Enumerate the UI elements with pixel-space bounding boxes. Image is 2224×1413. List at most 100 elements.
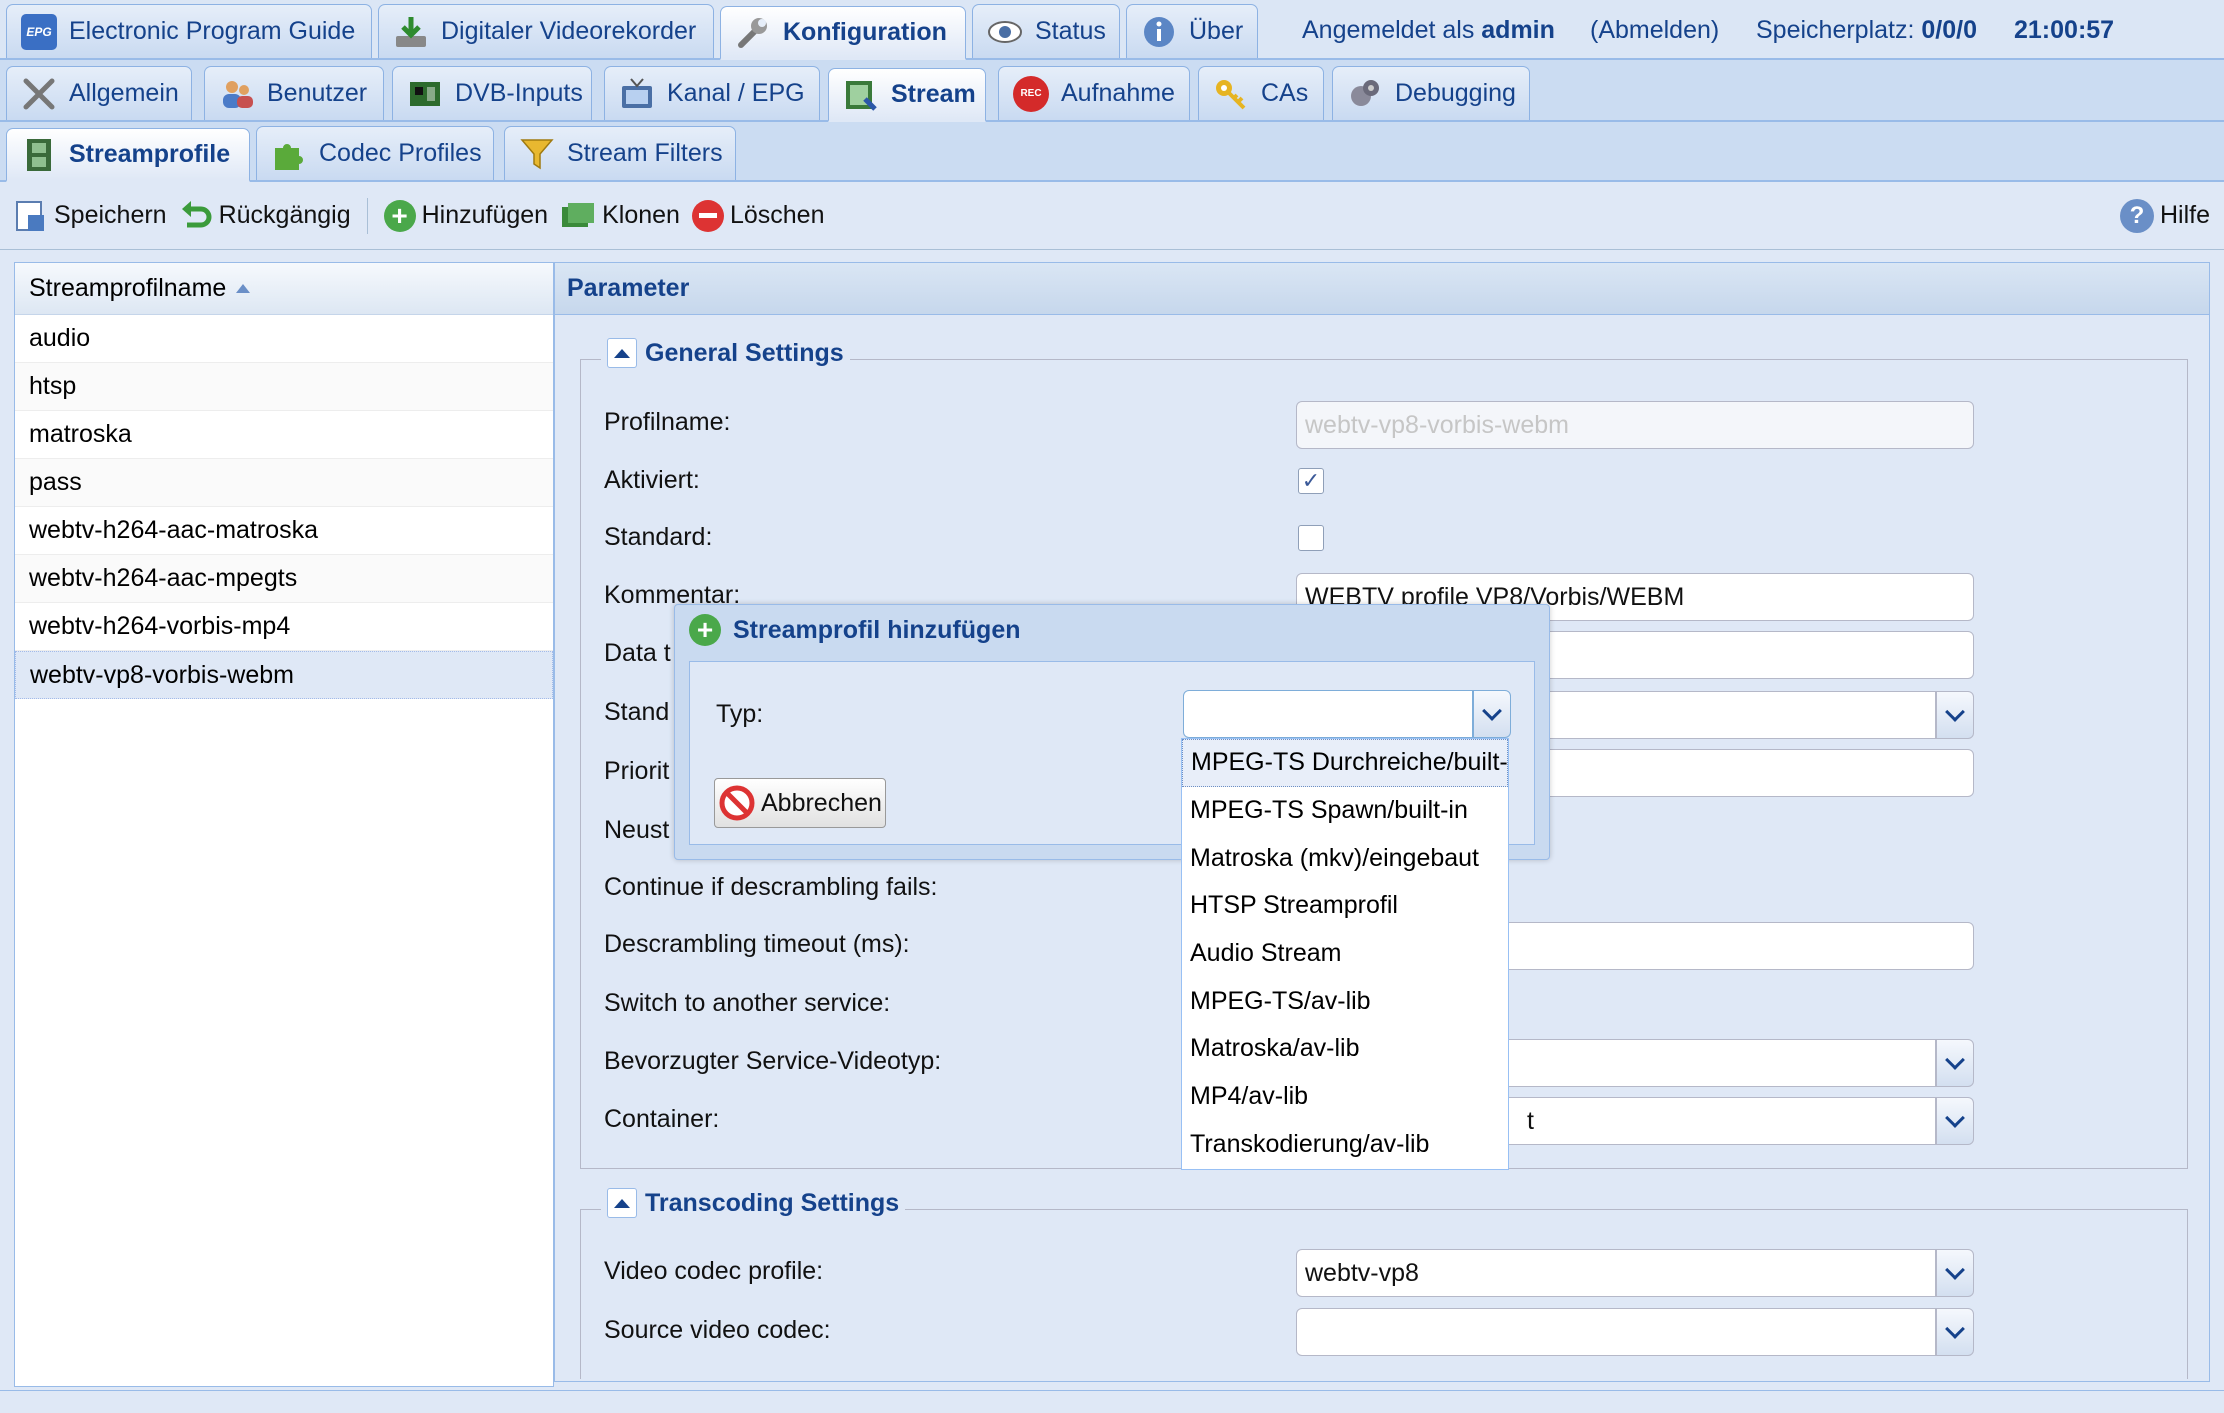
tab-streamprofile[interactable]: Streamprofile: [6, 128, 250, 182]
login-prefix: Angemeldet als: [1302, 15, 1475, 44]
tab-label: Stream Filters: [567, 139, 723, 167]
legend-label: General Settings: [645, 338, 844, 367]
default-checkbox[interactable]: [1298, 525, 1324, 551]
tab-label: Status: [1035, 17, 1106, 45]
grid-row[interactable]: webtv-h264-vorbis-mp4: [15, 603, 553, 651]
grid-row[interactable]: audio: [15, 315, 553, 363]
standard-dropdown-trigger[interactable]: [1936, 691, 1974, 739]
users-icon: [219, 76, 255, 112]
videotype-dropdown-trigger[interactable]: [1936, 1039, 1974, 1087]
key-icon: [1213, 76, 1249, 112]
tab-label: Debugging: [1395, 79, 1516, 107]
tab-label: DVB-Inputs: [455, 79, 583, 107]
video-codec-profile-select[interactable]: webtv-vp8: [1296, 1249, 1936, 1297]
storage-label: Speicherplatz:: [1756, 15, 1915, 44]
type-option[interactable]: Matroska/av-lib: [1182, 1025, 1508, 1073]
tab-dvb-inputs[interactable]: DVB-Inputs: [392, 66, 592, 120]
type-option[interactable]: MPEG-TS/av-lib: [1182, 977, 1508, 1025]
type-option[interactable]: Transkodierung/av-lib: [1182, 1121, 1508, 1169]
tab-codec-profiles[interactable]: Codec Profiles: [256, 126, 494, 180]
type-option[interactable]: MP4/av-lib: [1182, 1073, 1508, 1121]
type-option[interactable]: Audio Stream: [1182, 930, 1508, 978]
type-option[interactable]: MPEG-TS Durchreiche/built-in: [1182, 739, 1508, 787]
profile-name-input[interactable]: webtv-vp8-vorbis-webm: [1296, 401, 1974, 449]
cancel-label: Abbrechen: [761, 788, 882, 817]
type-option[interactable]: MPEG-TS Spawn/built-in: [1182, 787, 1508, 835]
undo-button[interactable]: Rückgängig: [173, 194, 357, 238]
save-label: Speichern: [54, 201, 167, 229]
type-option[interactable]: Matroska (mkv)/eingebaut: [1182, 834, 1508, 882]
tab-status[interactable]: Status: [972, 4, 1120, 58]
tab-label: Allgemein: [69, 79, 179, 107]
card-icon: [407, 76, 443, 112]
type-select[interactable]: [1183, 690, 1473, 738]
enabled-checkbox[interactable]: ✓: [1298, 468, 1324, 494]
tv-icon: [619, 76, 655, 112]
tab-benutzer[interactable]: Benutzer: [204, 66, 384, 120]
container-dropdown-trigger[interactable]: [1936, 1097, 1974, 1145]
undo-label: Rückgängig: [218, 201, 351, 229]
toolbar-separator: [366, 197, 368, 234]
collapse-icon[interactable]: [607, 1188, 637, 1218]
film-icon: [21, 137, 57, 173]
cancel-button[interactable]: Abbrechen: [714, 778, 886, 828]
tab-label: CAs: [1261, 79, 1309, 107]
type-dropdown-trigger[interactable]: [1473, 690, 1511, 738]
tab-aufnahme[interactable]: REC Aufnahme: [998, 66, 1190, 120]
clone-label: Klonen: [602, 201, 680, 229]
grid-row[interactable]: webtv-h264-aac-mpegts: [15, 555, 553, 603]
grid-row[interactable]: pass: [15, 459, 553, 507]
panel-title: Parameter: [555, 263, 2209, 315]
undo-icon: [179, 199, 213, 233]
tab-debugging[interactable]: Debugging: [1332, 66, 1530, 120]
grid-row[interactable]: matroska: [15, 411, 553, 459]
grid-column-header[interactable]: Streamprofilname: [15, 263, 553, 315]
tab-label: Stream: [891, 80, 976, 108]
tab-label: Konfiguration: [783, 18, 947, 46]
tab-kanal-epg[interactable]: Kanal / EPG: [604, 66, 820, 120]
source-video-codec-trigger[interactable]: [1936, 1308, 1974, 1356]
tab-epg[interactable]: EPG Electronic Program Guide: [6, 4, 372, 58]
type-label: Typ:: [716, 700, 764, 728]
restart-label: Neust: [604, 816, 670, 844]
tab-label: Electronic Program Guide: [69, 17, 356, 45]
tab-label: Aufnahme: [1061, 79, 1175, 107]
type-option[interactable]: HTSP Streamprofil: [1182, 882, 1508, 930]
add-button[interactable]: + Hinzufügen: [378, 194, 554, 238]
tab-stream-filters[interactable]: Stream Filters: [504, 126, 736, 180]
tab-label: Digitaler Videorekorder: [441, 17, 697, 45]
priority-label: Priorit: [604, 757, 670, 785]
video-codec-profile-trigger[interactable]: [1936, 1249, 1974, 1297]
status-bar: [0, 1390, 2224, 1413]
tab-ueber[interactable]: Über: [1126, 4, 1258, 58]
clone-button[interactable]: Klonen: [554, 194, 686, 238]
tab-allgemein[interactable]: Allgemein: [6, 66, 192, 120]
collapse-icon[interactable]: [607, 338, 637, 368]
source-video-codec-select[interactable]: [1296, 1308, 1936, 1356]
login-info: Angemeldet als admin: [1302, 0, 1555, 60]
tab-konfiguration[interactable]: Konfiguration: [720, 6, 966, 60]
delete-button[interactable]: Löschen: [686, 194, 831, 238]
standard-label: Stand: [604, 698, 670, 726]
sort-asc-icon: [236, 284, 251, 293]
storage-info: Speicherplatz: 0/0/0: [1756, 0, 1977, 60]
grid-row[interactable]: htsp: [15, 363, 553, 411]
descramble-timeout-label: Descrambling timeout (ms):: [604, 930, 910, 958]
tab-cas[interactable]: CAs: [1198, 66, 1324, 120]
puzzle-icon: [271, 136, 307, 172]
transcoding-settings-legend: Transcoding Settings: [601, 1188, 906, 1218]
descramble-fail-label: Continue if descrambling fails:: [604, 873, 938, 901]
bug-icon: [1347, 76, 1383, 112]
container-label: Container:: [604, 1105, 720, 1133]
delete-label: Löschen: [729, 201, 825, 229]
save-button[interactable]: Speichern: [8, 194, 173, 238]
tab-stream[interactable]: Stream: [828, 68, 986, 122]
add-icon: +: [383, 199, 416, 232]
main-tab-bar: EPG Electronic Program Guide Digitaler V…: [0, 0, 2224, 60]
tab-dvr[interactable]: Digitaler Videorekorder: [378, 4, 714, 58]
grid-row[interactable]: webtv-h264-aac-matroska: [15, 507, 553, 555]
help-button[interactable]: ? Hilfe: [2114, 194, 2216, 238]
default-label: Standard:: [604, 523, 713, 551]
grid-row-selected[interactable]: webtv-vp8-vorbis-webm: [15, 651, 553, 699]
logout-link[interactable]: (Abmelden): [1590, 0, 1719, 60]
